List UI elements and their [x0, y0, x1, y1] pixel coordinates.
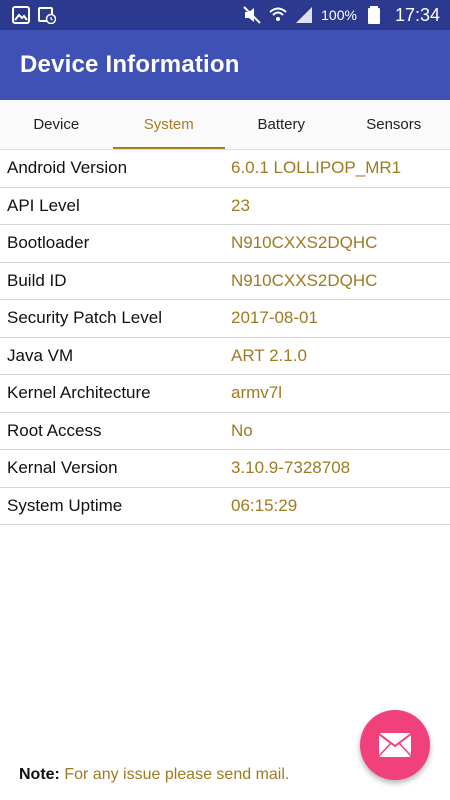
mute-icon [243, 6, 261, 24]
list-item: Root Access No [0, 413, 450, 450]
info-key: Kernal Version [7, 458, 118, 478]
tab-battery[interactable]: Battery [225, 100, 338, 149]
footer-note: Note: For any issue please send mail. [19, 766, 289, 784]
info-value: 06:15:29 [231, 495, 298, 515]
list-item: Kernel Architecture armv7l [0, 375, 450, 413]
info-key: API Level [7, 195, 80, 215]
info-key: Kernel Architecture [7, 383, 151, 403]
system-info-list: Android Version 6.0.1 LOLLIPOP_MR1 API L… [0, 150, 450, 525]
info-key: Root Access [7, 420, 102, 440]
list-item: Bootloader N910CXXS2DQHC [0, 225, 450, 263]
info-value: armv7l [231, 383, 283, 403]
tab-label: Battery [257, 116, 306, 133]
clock: 17:34 [394, 4, 440, 25]
list-item: API Level 23 [0, 188, 450, 225]
info-key: System Uptime [7, 495, 123, 515]
note-text: For any issue please send mail. [64, 766, 290, 783]
info-key: Build ID [7, 270, 67, 290]
info-value: 3.10.9-7328708 [231, 458, 351, 478]
note-label: Note: [19, 766, 60, 783]
info-value: No [231, 420, 253, 440]
info-key: Security Patch Level [7, 308, 162, 328]
battery-icon [367, 6, 380, 24]
tab-system[interactable]: System [112, 100, 226, 149]
status-bar-right: 100% 17:34 [243, 5, 440, 26]
send-mail-button[interactable] [360, 710, 430, 780]
status-bar: 100% 17:34 [0, 0, 450, 30]
info-value: N910CXXS2DQHC [231, 233, 378, 253]
info-value: 2017-08-01 [231, 308, 318, 328]
info-key: Android Version [7, 158, 128, 178]
list-item: Android Version 6.0.1 LOLLIPOP_MR1 [0, 150, 450, 188]
info-value: 6.0.1 LOLLIPOP_MR1 [231, 158, 402, 178]
tab-label: Device [33, 116, 80, 133]
tab-sensors[interactable]: Sensors [338, 100, 450, 149]
battery-percentage: 100% [321, 7, 357, 23]
wifi-icon [269, 7, 287, 21]
list-item: Kernal Version 3.10.9-7328708 [0, 450, 450, 488]
tab-bar: Device System Battery Sensors [0, 100, 450, 150]
list-item: Build ID N910CXXS2DQHC [0, 263, 450, 300]
signal-icon [296, 7, 313, 23]
gallery-icon [12, 6, 30, 24]
calendar-clock-icon [38, 7, 56, 24]
list-item: Java VM ART 2.1.0 [0, 338, 450, 375]
list-item: System Uptime 06:15:29 [0, 488, 450, 525]
list-item: Security Patch Level 2017-08-01 [0, 300, 450, 338]
app-bar: Device Information [0, 30, 450, 100]
info-value: ART 2.1.0 [231, 345, 307, 365]
status-bar-left [12, 6, 56, 24]
info-value: N910CXXS2DQHC [231, 270, 378, 290]
page-title: Device Information [20, 51, 240, 78]
info-key: Bootloader [7, 233, 90, 253]
mail-icon [378, 733, 412, 757]
info-key: Java VM [7, 345, 74, 365]
tab-label: System [143, 116, 194, 133]
tab-device[interactable]: Device [0, 100, 113, 149]
info-value: 23 [231, 195, 250, 215]
tab-label: Sensors [366, 116, 422, 133]
